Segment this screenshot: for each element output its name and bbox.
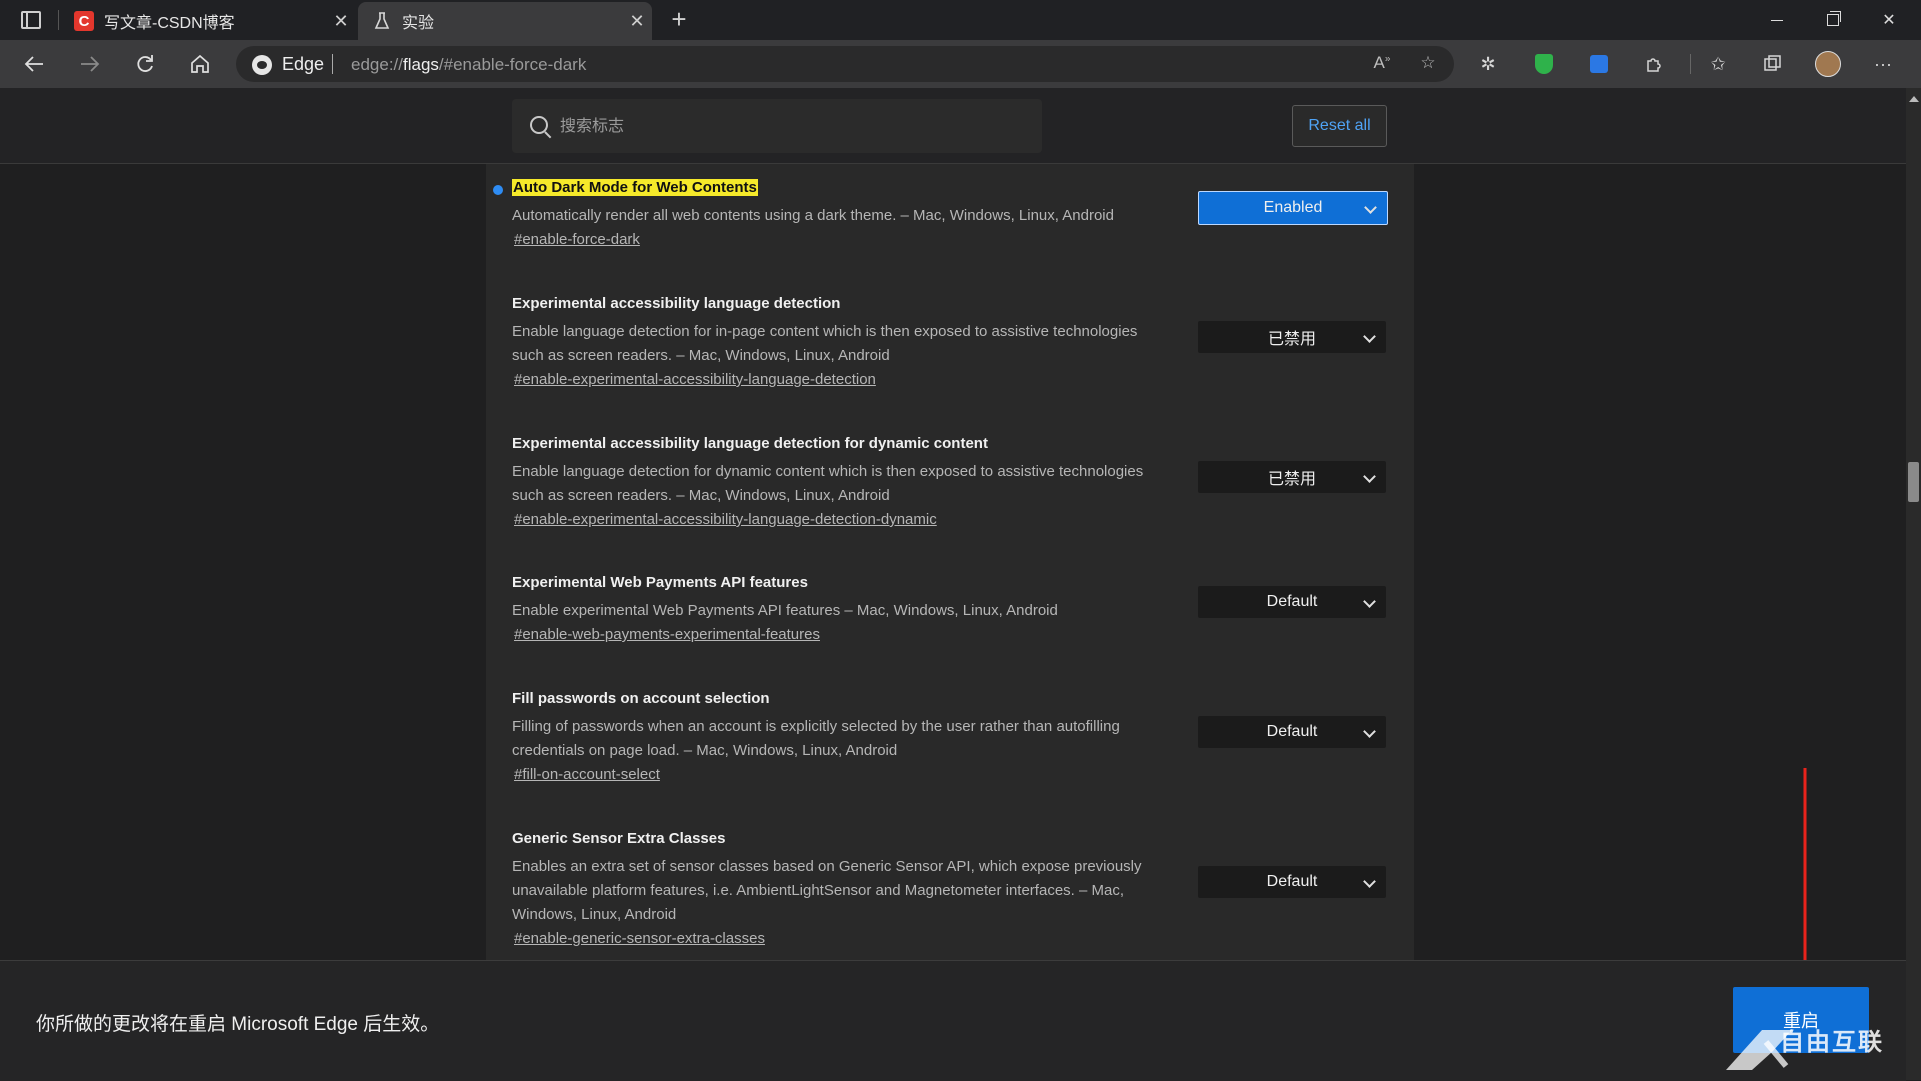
- flags-list: Auto Dark Mode for Web Contents Automati…: [486, 164, 1414, 1064]
- tab-title: 实验: [402, 15, 435, 32]
- tab-title: 写文章-CSDN博客: [104, 15, 235, 32]
- chevron-down-icon: [1363, 875, 1376, 888]
- chevron-down-icon: [1363, 470, 1376, 483]
- modified-dot-icon: [493, 185, 503, 195]
- collections-icon[interactable]: [1760, 51, 1786, 77]
- flag-title: Auto Dark Mode for Web Contents: [512, 179, 758, 196]
- flask-icon: [372, 11, 392, 31]
- url-prefix: edge://: [351, 55, 403, 74]
- extensions-puzzle-icon[interactable]: [1641, 51, 1667, 77]
- reload-icon[interactable]: [127, 46, 163, 82]
- edge-label: Edge: [282, 54, 325, 74]
- csdn-icon: C: [74, 11, 94, 31]
- page-scrollbar[interactable]: [1906, 88, 1921, 1080]
- flag-item: Fill passwords on account selection Fill…: [512, 690, 1412, 790]
- flag-link[interactable]: #enable-generic-sensor-extra-classes: [514, 930, 765, 947]
- address-bar[interactable]: Edge edge://flags/#enable-force-dark A» …: [236, 46, 1454, 82]
- chevron-down-icon: [1363, 725, 1376, 738]
- tab-actions-icon[interactable]: [14, 6, 48, 34]
- flag-title: Fill passwords on account selection: [512, 690, 770, 707]
- search-icon: [530, 116, 548, 134]
- add-favorite-icon[interactable]: ☆: [1416, 53, 1440, 75]
- favorites-icon[interactable]: ✩: [1705, 51, 1731, 77]
- flag-description: Enables an extra set of sensor classes b…: [512, 858, 1142, 923]
- flags-page: Reset all Auto Dark Mode for Web Content…: [0, 88, 1906, 1080]
- chevron-down-icon: [1363, 595, 1376, 608]
- chevron-down-icon: [1364, 201, 1377, 214]
- tab-strip: C 写文章-CSDN博客 ✕ 实验 ✕ + ✕: [0, 0, 1921, 40]
- flag-item: Experimental accessibility language dete…: [512, 295, 1412, 395]
- restart-message: 你所做的更改将在重启 Microsoft Edge 后生效。: [36, 1014, 440, 1035]
- browser-toolbar: Edge edge://flags/#enable-force-dark A» …: [0, 40, 1921, 88]
- address-separator: [332, 54, 333, 74]
- flag-description: Enable language detection for in-page co…: [512, 323, 1138, 364]
- flag-title: Experimental Web Payments API features: [512, 574, 808, 591]
- back-arrow-icon[interactable]: [16, 46, 52, 82]
- tab-csdn[interactable]: C 写文章-CSDN博客 ✕: [60, 2, 356, 40]
- restore-button[interactable]: [1805, 0, 1861, 40]
- url-text[interactable]: edge://flags/#enable-force-dark: [351, 55, 586, 75]
- chevron-down-icon: [1363, 330, 1376, 343]
- flag-link[interactable]: #fill-on-account-select: [514, 766, 660, 783]
- reset-all-button[interactable]: Reset all: [1292, 105, 1387, 147]
- flag-link[interactable]: #enable-force-dark: [514, 231, 640, 248]
- scroll-thumb[interactable]: [1908, 462, 1919, 502]
- flag-title: Experimental accessibility language dete…: [512, 435, 988, 452]
- forward-arrow-icon[interactable]: [72, 46, 108, 82]
- search-box[interactable]: [512, 99, 1042, 153]
- new-tab-button[interactable]: +: [664, 6, 694, 34]
- flag-state-select[interactable]: Default: [1198, 586, 1386, 618]
- search-header: Reset all: [0, 88, 1906, 164]
- flag-description: Enable experimental Web Payments API fea…: [512, 602, 1058, 619]
- restart-bar: 你所做的更改将在重启 Microsoft Edge 后生效。 重启: [0, 960, 1906, 1081]
- home-icon[interactable]: [182, 46, 218, 82]
- select-value: Default: [1266, 723, 1318, 740]
- flag-link[interactable]: #enable-web-payments-experimental-featur…: [514, 626, 820, 643]
- tab-flags[interactable]: 实验 ✕: [358, 2, 652, 40]
- select-value: 已禁用: [1267, 331, 1316, 348]
- flag-link[interactable]: #enable-experimental-accessibility-langu…: [514, 371, 876, 388]
- flag-title: Experimental accessibility language dete…: [512, 295, 841, 312]
- flag-description: Automatically render all web contents us…: [512, 207, 1114, 224]
- flag-title: Generic Sensor Extra Classes: [512, 830, 726, 847]
- flag-state-select[interactable]: 已禁用: [1198, 461, 1386, 493]
- close-icon[interactable]: ✕: [326, 11, 356, 32]
- shield-extension-icon[interactable]: [1531, 51, 1557, 77]
- watermark-text: 自由互联: [1780, 1029, 1884, 1056]
- flag-item: Experimental accessibility language dete…: [512, 435, 1412, 535]
- scroll-up-icon[interactable]: [1909, 96, 1919, 102]
- flag-link[interactable]: #enable-experimental-accessibility-langu…: [514, 511, 937, 528]
- url-suffix: /#enable-force-dark: [438, 55, 587, 74]
- tab-separator: [58, 10, 59, 30]
- toolbar-separator: [1690, 54, 1691, 74]
- flag-state-select[interactable]: 已禁用: [1198, 321, 1386, 353]
- search-input[interactable]: [558, 113, 1022, 141]
- select-value: 已禁用: [1267, 471, 1316, 488]
- flag-state-select[interactable]: Default: [1198, 716, 1386, 748]
- profile-avatar[interactable]: [1815, 51, 1841, 77]
- select-value: Default: [1266, 593, 1318, 610]
- close-icon[interactable]: ✕: [622, 11, 652, 32]
- blue-extension-icon[interactable]: [1586, 51, 1612, 77]
- flag-description: Enable language detection for dynamic co…: [512, 463, 1144, 504]
- extension-gear-icon[interactable]: ✲: [1475, 51, 1501, 77]
- flag-state-select[interactable]: Default: [1198, 866, 1386, 898]
- select-value: Default: [1266, 873, 1318, 890]
- flag-item: Experimental Web Payments API features E…: [512, 574, 1412, 654]
- select-value: Enabled: [1263, 199, 1323, 216]
- edge-logo-icon: [252, 55, 272, 75]
- flag-item: Auto Dark Mode for Web Contents Automati…: [493, 179, 1412, 259]
- flag-item: Generic Sensor Extra Classes Enables an …: [512, 830, 1412, 950]
- flag-description: Filling of passwords when an account is …: [512, 718, 1120, 759]
- minimize-button[interactable]: [1749, 0, 1805, 40]
- read-aloud-icon[interactable]: A»: [1370, 53, 1394, 75]
- more-options-icon[interactable]: ···: [1870, 51, 1896, 77]
- flag-state-select[interactable]: Enabled: [1198, 191, 1388, 225]
- close-window-button[interactable]: ✕: [1861, 0, 1917, 40]
- url-host: flags: [403, 55, 439, 74]
